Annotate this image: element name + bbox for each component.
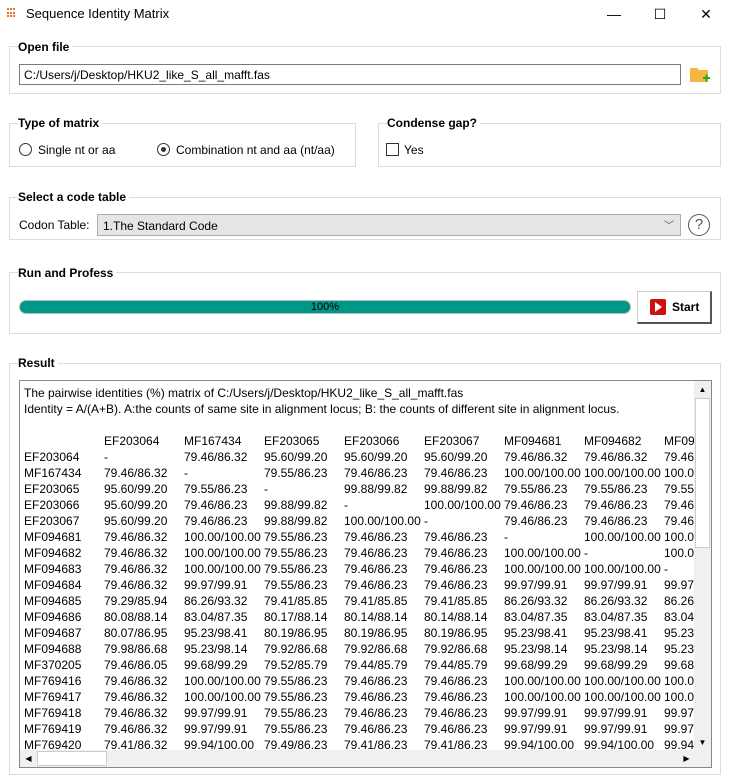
horizontal-scrollbar[interactable]: ◀ ▶	[20, 750, 695, 767]
matrix-row: EF203065 95.60/99.20 79.55/86.23 - 99.88…	[24, 482, 696, 496]
radio-combination[interactable]	[157, 143, 170, 156]
code-table-title: Select a code table	[18, 190, 130, 204]
codon-table-label: Codon Table:	[19, 218, 90, 232]
matrix-row: MF769416 79.46/86.32 100.00/100.00 79.55…	[24, 674, 696, 688]
close-button[interactable]: ✕	[683, 0, 729, 28]
result-title: Result	[18, 356, 58, 370]
codon-table-value: 1.The Standard Code	[103, 219, 218, 233]
maximize-button[interactable]: ☐	[637, 0, 683, 28]
condense-gap-label[interactable]: Yes	[404, 143, 424, 157]
matrix-row: MF094687 80.07/86.95 95.23/98.41 80.19/8…	[24, 626, 696, 640]
progress-bar: 100%	[19, 300, 631, 314]
minimize-button[interactable]: —	[591, 0, 637, 28]
vertical-scrollbar[interactable]: ▲ ▼	[694, 381, 711, 751]
identity-matrix: EF203064 MF167434 EF203065 EF203066 EF20…	[24, 434, 696, 749]
grid-app-icon	[7, 8, 17, 18]
matrix-row: MF094682 79.46/86.32 100.00/100.00 79.55…	[24, 546, 696, 560]
help-icon[interactable]: ?	[688, 214, 710, 236]
play-icon	[650, 299, 666, 315]
matrix-row: MF370205 79.46/86.05 99.68/99.29 79.52/8…	[24, 658, 696, 672]
radio-single-label[interactable]: Single nt or aa	[38, 143, 115, 157]
scroll-right-icon[interactable]: ▶	[678, 750, 695, 767]
result-text: The pairwise identities (%) matrix of C:…	[24, 385, 696, 749]
matrix-row: MF769420 79.41/86.32 99.94/100.00 79.49/…	[24, 738, 696, 749]
scroll-left-icon[interactable]: ◀	[20, 750, 37, 767]
file-path-input[interactable]: C:/Users/j/Desktop/HKU2_like_S_all_mafft…	[19, 64, 681, 85]
matrix-row: MF769417 79.46/86.32 100.00/100.00 79.55…	[24, 690, 696, 704]
condense-gap-title: Condense gap?	[387, 116, 481, 130]
progress-label: 100%	[310, 301, 340, 313]
result-line-1: The pairwise identities (%) matrix of C:…	[24, 386, 464, 400]
condense-gap-checkbox[interactable]	[386, 143, 399, 156]
vertical-scroll-thumb[interactable]	[695, 398, 710, 548]
matrix-row: MF094681 79.46/86.32 100.00/100.00 79.55…	[24, 530, 696, 544]
scroll-up-icon[interactable]: ▲	[694, 381, 711, 398]
result-line-2: Identity = A/(A+B). A:the counts of same…	[24, 402, 620, 416]
open-file-title: Open file	[18, 40, 73, 54]
matrix-row: MF094683 79.46/86.32 100.00/100.00 79.55…	[24, 562, 668, 576]
matrix-row: MF094688 79.98/86.68 95.23/98.14 79.92/8…	[24, 642, 696, 656]
run-title: Run and Profess	[18, 266, 117, 280]
title-bar: Sequence Identity Matrix — ☐ ✕	[0, 0, 729, 28]
matrix-row: EF203067 95.60/99.20 79.46/86.23 99.88/9…	[24, 514, 696, 528]
matrix-row: MF167434 79.46/86.32 - 79.55/86.23 79.46…	[24, 466, 696, 480]
matrix-row: EF203066 95.60/99.20 79.46/86.23 99.88/9…	[24, 498, 696, 512]
matrix-row: MF094684 79.46/86.32 99.97/99.91 79.55/8…	[24, 578, 696, 592]
window-title: Sequence Identity Matrix	[26, 6, 170, 21]
matrix-row: MF094685 79.29/85.94 86.26/93.32 79.41/8…	[24, 594, 696, 608]
matrix-header-row: EF203064 MF167434 EF203065 EF203066 EF20…	[104, 434, 696, 448]
folder-add-icon[interactable]	[689, 66, 711, 84]
scroll-corner	[694, 750, 711, 767]
start-button[interactable]: Start	[637, 291, 712, 324]
matrix-row: MF769419 79.46/86.32 99.97/99.91 79.55/8…	[24, 722, 696, 736]
scroll-down-icon[interactable]: ▼	[694, 734, 711, 751]
horizontal-scroll-thumb[interactable]	[37, 751, 107, 766]
radio-single[interactable]	[19, 143, 32, 156]
matrix-row: EF203064 - 79.46/86.32 95.60/99.20 95.60…	[24, 450, 696, 464]
start-label: Start	[672, 300, 700, 314]
matrix-type-title: Type of matrix	[18, 116, 103, 130]
result-textbox[interactable]: The pairwise identities (%) matrix of C:…	[19, 380, 712, 768]
chevron-down-icon: ﹀	[664, 221, 674, 232]
codon-table-select[interactable]: 1.The Standard Code ﹀	[97, 214, 681, 236]
radio-combination-label[interactable]: Combination nt and aa (nt/aa)	[176, 143, 335, 157]
matrix-row: MF094686 80.08/88.14 83.04/87.35 80.17/8…	[24, 610, 696, 624]
matrix-row: MF769418 79.46/86.32 99.97/99.91 79.55/8…	[24, 706, 696, 720]
